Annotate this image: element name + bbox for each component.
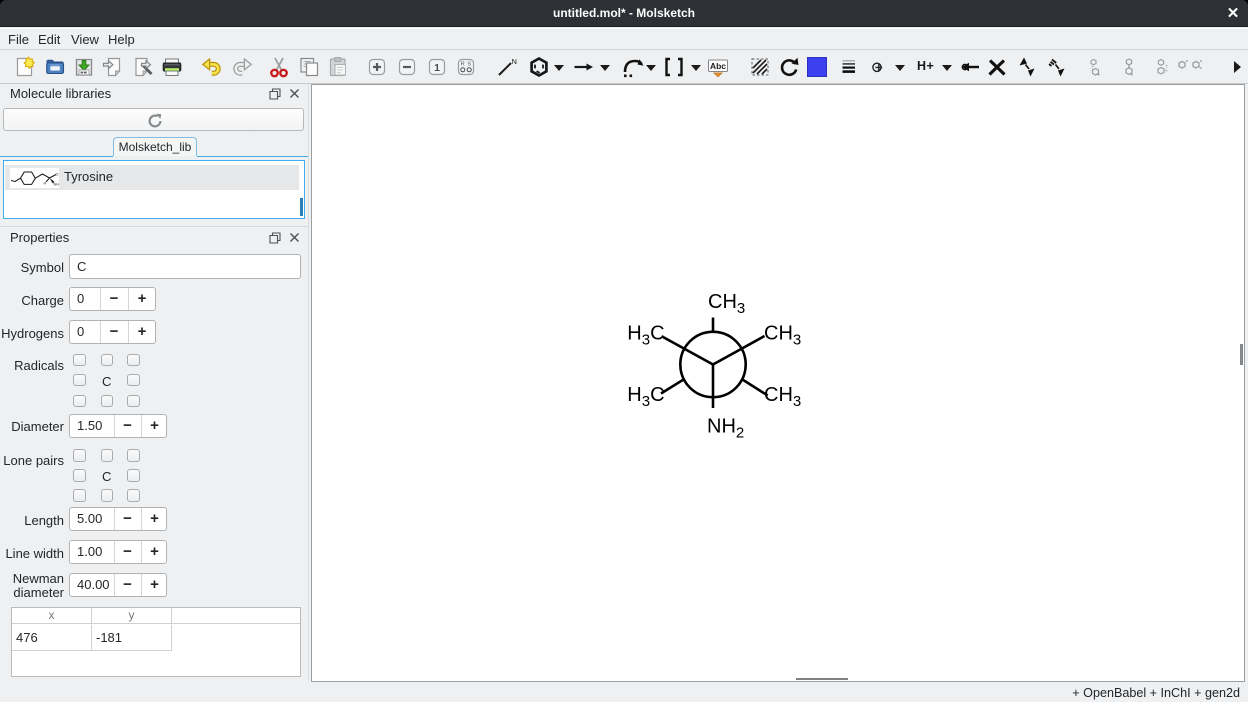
svg-text:R: R (461, 62, 465, 68)
svg-text:CH3: CH3 (764, 384, 801, 410)
svg-text:S: S (467, 62, 471, 68)
svg-text:CH3: CH3 (708, 291, 745, 317)
svg-text:CH3: CH3 (764, 322, 801, 348)
svg-text:H3C: H3C (627, 322, 664, 348)
svg-text:H: H (44, 181, 47, 185)
svg-text:N: N (512, 57, 517, 66)
svg-text:O: O (56, 172, 59, 176)
svg-text:NH2: NH2 (707, 416, 744, 442)
svg-text:1: 1 (434, 62, 440, 74)
svg-text:NH: NH (54, 182, 60, 186)
svg-text:H3C: H3C (627, 384, 664, 410)
svg-text:Abc: Abc (710, 61, 726, 71)
